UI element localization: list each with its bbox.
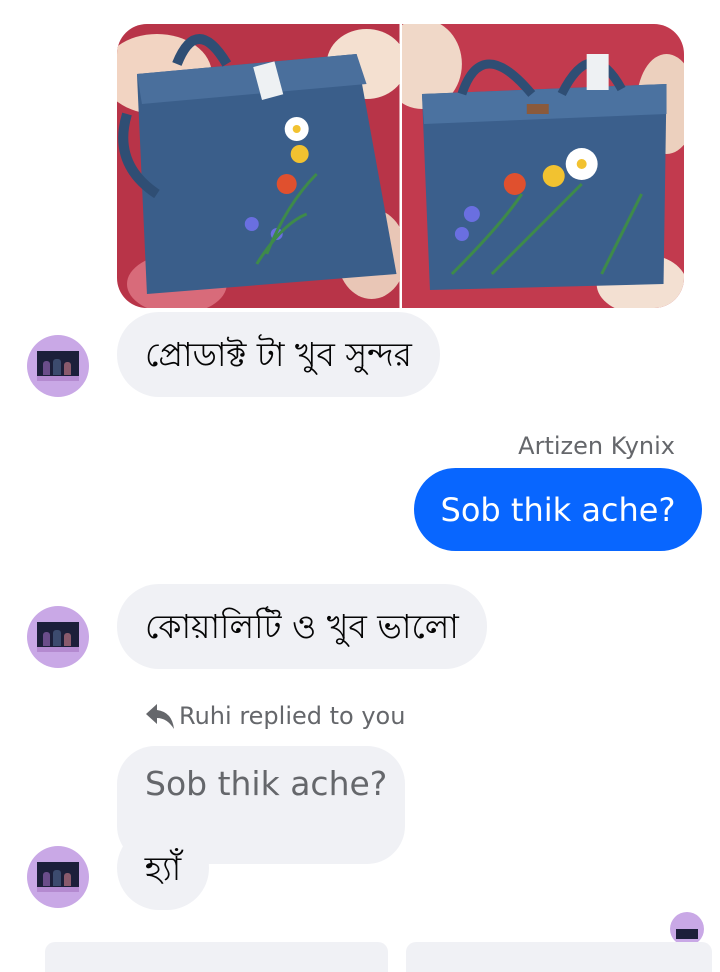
contact-avatar[interactable]: [27, 606, 89, 668]
quoted-text: Sob thik ache?: [145, 764, 388, 803]
message-text: Sob thik ache?: [440, 490, 676, 529]
bottom-card-left[interactable]: [45, 942, 388, 972]
shared-photos[interactable]: [117, 24, 684, 308]
message-bubble-received[interactable]: কোয়ালিটি ও খুব ভালো: [117, 584, 487, 669]
message-text: প্রোডাক্ট টা খুব সুন্দর: [145, 335, 412, 374]
photo-bag-right[interactable]: [401, 24, 684, 308]
reply-indicator: Ruhi replied to you: [145, 702, 405, 730]
photo-bag-left[interactable]: [117, 24, 400, 308]
reply-label-text: Ruhi replied to you: [179, 702, 406, 730]
message-bubble-received[interactable]: হ্যাঁ: [117, 826, 209, 910]
sender-name: Artizen Kynix: [518, 432, 675, 460]
seen-avatar: [670, 912, 704, 946]
contact-avatar[interactable]: [27, 335, 89, 397]
reply-arrow-icon: [146, 704, 174, 729]
contact-avatar[interactable]: [27, 846, 89, 908]
message-bubble-received[interactable]: প্রোডাক্ট টা খুব সুন্দর: [117, 312, 440, 397]
message-text: হ্যাঁ: [144, 848, 182, 888]
message-bubble-sent[interactable]: Sob thik ache?: [414, 468, 702, 551]
bottom-card-right[interactable]: [406, 942, 712, 972]
message-text: কোয়ালিটি ও খুব ভালো: [145, 607, 459, 646]
